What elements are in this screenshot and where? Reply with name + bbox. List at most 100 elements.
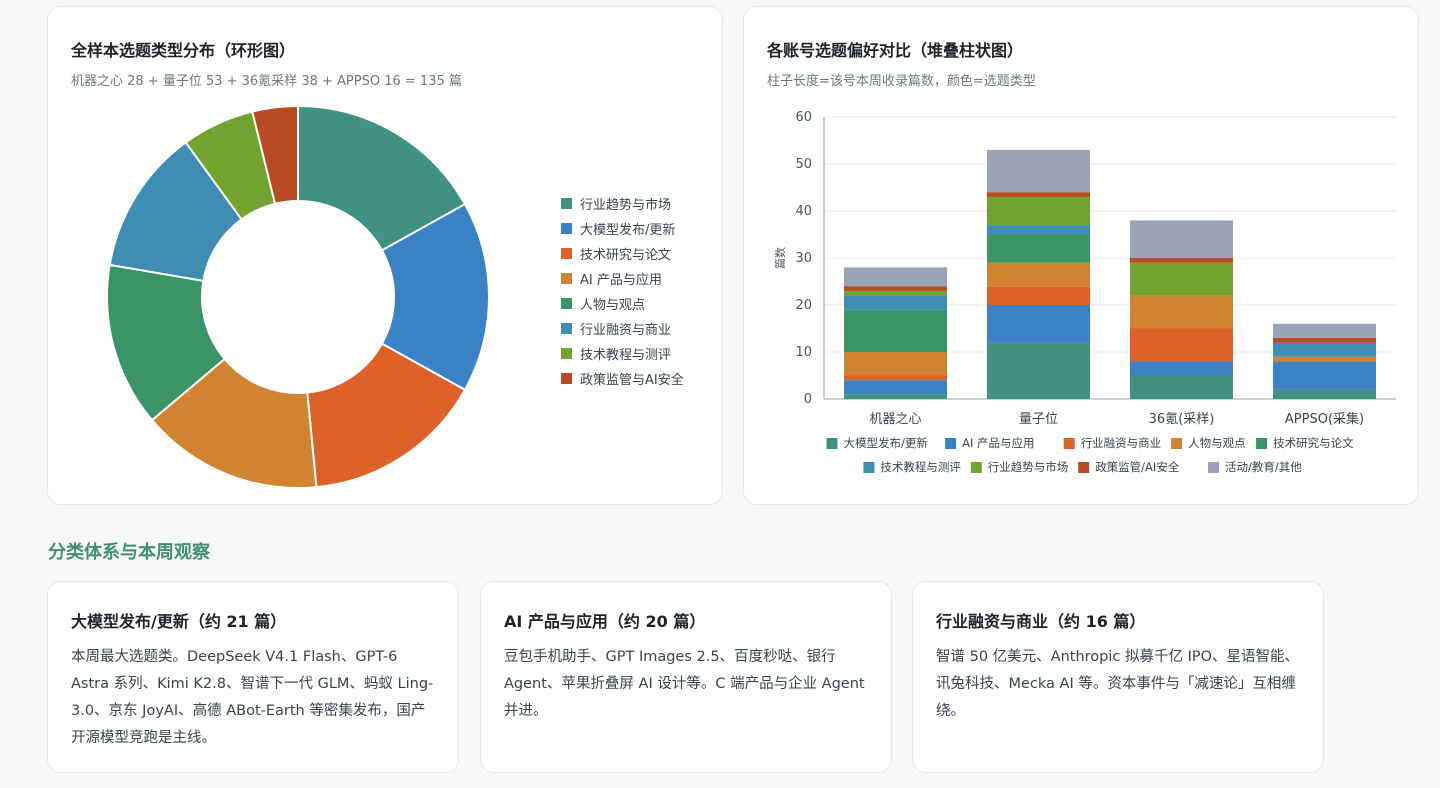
donut-chart-card: 全样本选题类型分布（环形图） 机器之心 28 + 量子位 53 + 36氪采样 … bbox=[47, 6, 723, 505]
donut-legend-item: 政策监管与AI安全 bbox=[561, 369, 684, 388]
bar-segment bbox=[844, 380, 947, 395]
donut-chart bbox=[108, 104, 490, 489]
bar-legend-item: AI 产品与应用 bbox=[945, 436, 1035, 450]
bar-legend-item: 人物与观点 bbox=[1171, 436, 1246, 450]
legend-label: 行业趋势与市场 bbox=[988, 460, 1069, 474]
legend-label: 行业趋势与市场 bbox=[580, 198, 672, 213]
bar-segment bbox=[844, 295, 947, 310]
stacked-bar-chart-card: 各账号选题偏好对比（堆叠柱状图） 柱子长度=该号本周收录篇数，颜色=选题类型 0… bbox=[743, 6, 1419, 505]
bar-segment bbox=[1130, 258, 1233, 263]
category-card-title: 大模型发布/更新（约 21 篇） bbox=[71, 612, 287, 631]
legend-swatch bbox=[561, 323, 572, 334]
bar-chart-subtitle: 柱子长度=该号本周收录篇数，颜色=选题类型 bbox=[767, 74, 1036, 89]
y-tick-label: 50 bbox=[795, 157, 812, 172]
bar-segment bbox=[1130, 328, 1233, 362]
bar-segment bbox=[844, 375, 947, 381]
legend-label: AI 产品与应用 bbox=[962, 436, 1034, 450]
bar-legend-item: 行业趋势与市场 bbox=[970, 460, 1069, 474]
bar-segment bbox=[987, 305, 1090, 343]
legend-swatch bbox=[561, 298, 572, 309]
bar-segment bbox=[844, 394, 947, 399]
bar-segment bbox=[987, 342, 1090, 399]
bar-segment bbox=[844, 290, 947, 296]
bar-segment bbox=[1130, 295, 1233, 329]
section-title: 分类体系与本周观察 bbox=[48, 542, 210, 563]
legend-label: 技术教程与测评 bbox=[580, 348, 672, 363]
category-card-ai-products: AI 产品与应用（约 20 篇） 豆包手机助手、GPT Images 2.5、百… bbox=[480, 581, 892, 773]
bar-segment bbox=[1273, 356, 1376, 362]
legend-swatch bbox=[561, 223, 572, 234]
legend-label: AI 产品与应用 bbox=[580, 273, 662, 288]
x-tick-label: APPSO(采集) bbox=[1285, 411, 1364, 427]
bar-segment bbox=[844, 309, 947, 352]
donut-legend-item: 技术教程与测评 bbox=[561, 344, 671, 363]
bar-segment bbox=[987, 286, 1090, 305]
bar-legend-item: 行业融资与商业 bbox=[1063, 436, 1162, 450]
donut-legend: 行业趋势与市场 大模型发布/更新 技术研究与论文 AI 产品与应用 人物与观点行业融资与… bbox=[561, 194, 721, 394]
bar-legend-item: 技术教程与测评 bbox=[863, 460, 961, 474]
stacked-bar-chart: 0 10 20 30 40 50 60 篇数机器之心 量子位 36氪(采样) APPSO(采集) 大模… bbox=[773, 110, 1396, 474]
legend-label: 大模型发布/更新 bbox=[580, 223, 676, 238]
bar-segment bbox=[1273, 361, 1376, 390]
bar-segment bbox=[1273, 323, 1376, 338]
legend-swatch bbox=[826, 438, 838, 449]
category-card-model-release: 大模型发布/更新（约 21 篇） 本周最大选题类。DeepSeek V4.1 F… bbox=[47, 581, 459, 773]
bar-segment bbox=[1130, 375, 1233, 399]
bar-segment bbox=[844, 267, 947, 287]
bar-segment bbox=[844, 286, 947, 291]
legend-swatch bbox=[561, 273, 572, 284]
bar-legend-item: 技术研究与论文 bbox=[1256, 436, 1354, 450]
bar-segment bbox=[987, 234, 1090, 263]
legend-swatch bbox=[1208, 462, 1219, 473]
bar-legend-item: 活动/教育/其他 bbox=[1208, 460, 1302, 474]
bar-segment bbox=[1130, 361, 1233, 376]
donut-legend-item: AI 产品与应用 bbox=[561, 269, 662, 288]
category-card-title: AI 产品与应用（约 20 篇） bbox=[504, 612, 706, 631]
donut-legend-item: 行业趋势与市场 bbox=[561, 194, 671, 213]
x-tick-label: 机器之心 bbox=[869, 412, 921, 427]
legend-swatch bbox=[1063, 438, 1075, 449]
bar-legend-item: 大模型发布/更新 bbox=[826, 436, 929, 450]
category-card-body: 豆包手机助手、GPT Images 2.5、百度秒哒、银行 Agent、苹果折叠… bbox=[504, 649, 865, 719]
bar-segment bbox=[1273, 389, 1376, 399]
legend-label: 活动/教育/其他 bbox=[1225, 460, 1302, 474]
legend-label: 行业融资与商业 bbox=[580, 323, 672, 338]
legend-swatch bbox=[561, 248, 572, 259]
x-tick-label: 36氪(采样) bbox=[1149, 411, 1215, 427]
bar-segment bbox=[987, 262, 1090, 287]
legend-label: 政策监管/AI安全 bbox=[1095, 460, 1180, 474]
legend-swatch bbox=[561, 373, 572, 384]
bar-legend-item: 政策监管/AI安全 bbox=[1078, 460, 1180, 474]
bar-segment bbox=[1130, 262, 1233, 296]
legend-swatch bbox=[561, 348, 572, 359]
legend-label: 技术研究与论文 bbox=[1273, 436, 1354, 450]
legend-swatch bbox=[945, 438, 957, 449]
category-card-body: 智谱 50 亿美元、Anthropic 拟募千亿 IPO、星语智能、讯兔科技、M… bbox=[936, 649, 1300, 719]
legend-label: 大模型发布/更新 bbox=[844, 436, 929, 450]
donut-chart-subtitle: 机器之心 28 + 量子位 53 + 36氪采样 38 + APPSO 16 =… bbox=[71, 74, 462, 89]
y-tick-label: 30 bbox=[795, 251, 812, 266]
legend-label: 行业融资与商业 bbox=[1081, 436, 1162, 450]
bar-segment bbox=[987, 149, 1090, 193]
category-card-financing: 行业融资与商业（约 16 篇） 智谱 50 亿美元、Anthropic 拟募千亿… bbox=[912, 581, 1324, 773]
x-tick-label: 量子位 bbox=[1019, 412, 1058, 427]
legend-label: 人物与观点 bbox=[580, 298, 646, 313]
legend-swatch bbox=[1171, 438, 1183, 449]
legend-swatch bbox=[1078, 462, 1090, 473]
y-tick-label: 40 bbox=[795, 204, 812, 219]
legend-label: 政策监管与AI安全 bbox=[580, 373, 684, 388]
donut-legend-item: 行业融资与商业 bbox=[561, 319, 671, 338]
donut-chart-title: 全样本选题类型分布（环形图） bbox=[71, 41, 296, 60]
bar-segment bbox=[987, 192, 1090, 197]
y-tick-label: 20 bbox=[795, 298, 812, 313]
bar-segment bbox=[1273, 337, 1376, 343]
legend-label: 技术教程与测评 bbox=[880, 460, 961, 474]
donut-legend-item: 人物与观点 bbox=[561, 294, 645, 313]
bar-chart-title: 各账号选题偏好对比（堆叠柱状图） bbox=[767, 41, 1024, 60]
bar-segment bbox=[844, 352, 947, 376]
y-tick-label: 60 bbox=[795, 110, 812, 125]
legend-label: 技术研究与论文 bbox=[580, 248, 672, 263]
legend-swatch bbox=[1256, 438, 1268, 449]
bar-segment bbox=[987, 225, 1090, 235]
bar-segment bbox=[1273, 342, 1376, 357]
